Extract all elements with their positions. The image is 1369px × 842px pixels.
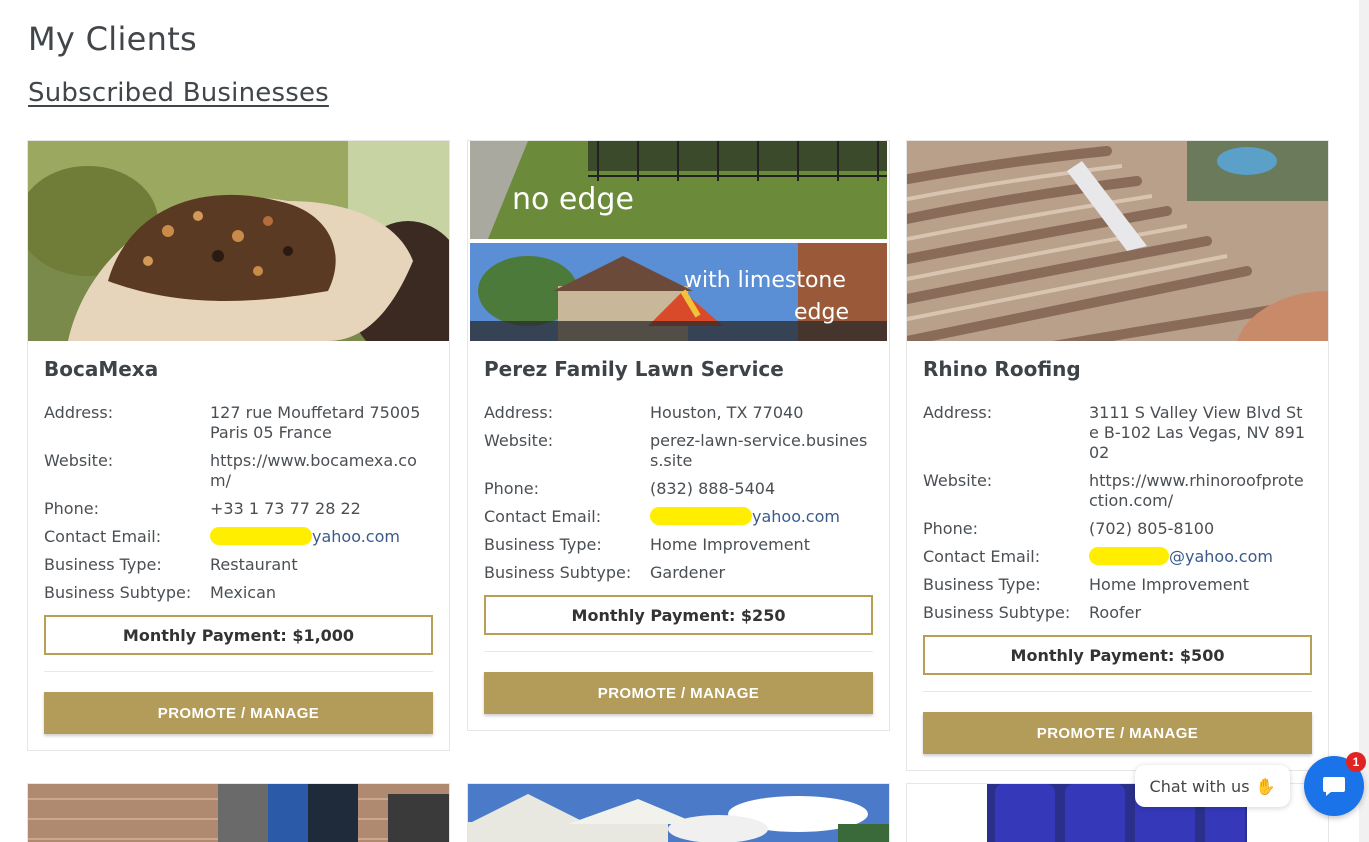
address-value: Houston, TX 77040 bbox=[650, 403, 804, 422]
phone-label: Phone: bbox=[484, 479, 539, 498]
website-row: Website: https://www.rhinoroofprotection.… bbox=[923, 471, 1312, 511]
phone-label: Phone: bbox=[923, 519, 978, 538]
business-card-perez: no edge with limestone edge Perez Family… bbox=[467, 140, 890, 731]
business-type-label: Business Type: bbox=[923, 575, 1041, 594]
website-row: Website: https://www.bocamexa.com/ bbox=[44, 451, 433, 491]
website-label: Website: bbox=[484, 431, 554, 450]
divider bbox=[923, 691, 1312, 692]
business-card-partial-1 bbox=[27, 783, 450, 842]
waving-hand-icon: ✋ bbox=[1255, 776, 1276, 796]
chat-label: Chat with us bbox=[1149, 776, 1250, 796]
business-subtype-value: Roofer bbox=[1089, 603, 1142, 622]
business-subtype-row: Business Subtype: Mexican bbox=[44, 583, 433, 603]
redacted-email-user bbox=[210, 527, 312, 545]
business-subtype-row: Business Subtype: Gardener bbox=[484, 563, 873, 583]
business-type-row: Business Type: Home Improvement bbox=[484, 535, 873, 555]
business-name: Perez Family Lawn Service bbox=[484, 357, 784, 381]
email-label: Contact Email: bbox=[923, 547, 1041, 566]
address-value: 127 rue Mouffetard 75005 Paris 05 France bbox=[210, 403, 421, 442]
business-subtype-label: Business Subtype: bbox=[44, 583, 192, 602]
phone-label: Phone: bbox=[44, 499, 99, 518]
chat-with-us-bubble[interactable]: Chat with us ✋ bbox=[1135, 765, 1290, 807]
promote-manage-button[interactable]: PROMOTE / MANAGE bbox=[923, 712, 1312, 754]
email-label: Contact Email: bbox=[484, 507, 602, 526]
image-caption-bottom-2: edge bbox=[794, 300, 849, 325]
business-card-partial-2 bbox=[467, 783, 890, 842]
email-row: Contact Email: @yahoo.com bbox=[923, 547, 1312, 567]
business-card-rhino: Rhino Roofing Address: 3111 S Valley View… bbox=[906, 140, 1329, 771]
email-link[interactable]: @yahoo.com bbox=[1169, 547, 1273, 566]
business-card-bocamexa: BocaMexa Address: 127 rue Mouffetard 7500… bbox=[27, 140, 450, 751]
phone-row: Phone: (832) 888-5404 bbox=[484, 479, 873, 499]
website-label: Website: bbox=[923, 471, 993, 490]
monthly-payment: Monthly Payment: $250 bbox=[484, 595, 873, 635]
email-label: Contact Email: bbox=[44, 527, 162, 546]
monthly-payment: Monthly Payment: $500 bbox=[923, 635, 1312, 675]
address-value: 3111 S Valley View Blvd Ste B-102 Las Ve… bbox=[1089, 403, 1305, 462]
website-row: Website: perez-lawn-service.business.site bbox=[484, 431, 873, 471]
business-image-partial-1 bbox=[28, 784, 449, 842]
phone-value: (832) 888-5404 bbox=[650, 479, 776, 498]
business-image-perez: no edge with limestone edge bbox=[468, 141, 889, 341]
website-value: https://www.bocamexa.com/ bbox=[210, 451, 417, 490]
website-value: perez-lawn-service.business.site bbox=[650, 431, 868, 470]
image-caption-top: no edge bbox=[512, 182, 634, 217]
email-row: Contact Email: yahoo.com bbox=[44, 527, 433, 547]
business-image-rhino bbox=[907, 141, 1328, 341]
business-type-value: Home Improvement bbox=[650, 535, 810, 554]
phone-row: Phone: +33 1 73 77 28 22 bbox=[44, 499, 433, 519]
business-type-value: Restaurant bbox=[210, 555, 298, 574]
address-label: Address: bbox=[44, 403, 114, 422]
redacted-email-user bbox=[650, 507, 752, 525]
address-row: Address: 127 rue Mouffetard 75005 Paris 0… bbox=[44, 403, 433, 443]
vertical-scrollbar[interactable] bbox=[1359, 0, 1369, 842]
business-subtype-label: Business Subtype: bbox=[923, 603, 1071, 622]
chat-icon bbox=[1323, 777, 1345, 796]
email-link[interactable]: yahoo.com bbox=[312, 527, 400, 546]
redacted-email-user bbox=[1089, 547, 1169, 565]
business-subtype-value: Mexican bbox=[210, 583, 277, 602]
phone-value: +33 1 73 77 28 22 bbox=[210, 499, 361, 518]
business-subtype-label: Business Subtype: bbox=[484, 563, 632, 582]
business-type-value: Home Improvement bbox=[1089, 575, 1249, 594]
page-title: My Clients bbox=[28, 20, 198, 58]
address-label: Address: bbox=[484, 403, 554, 422]
business-name: BocaMexa bbox=[44, 357, 159, 381]
address-row: Address: 3111 S Valley View Blvd Ste B-10… bbox=[923, 403, 1312, 463]
business-type-label: Business Type: bbox=[44, 555, 162, 574]
promote-manage-button[interactable]: PROMOTE / MANAGE bbox=[44, 692, 433, 734]
email-link[interactable]: yahoo.com bbox=[752, 507, 840, 526]
business-image-partial-2 bbox=[468, 784, 889, 842]
business-subtype-row: Business Subtype: Roofer bbox=[923, 603, 1312, 623]
email-row: Contact Email: yahoo.com bbox=[484, 507, 873, 527]
promote-manage-button[interactable]: PROMOTE / MANAGE bbox=[484, 672, 873, 714]
business-name: Rhino Roofing bbox=[923, 357, 1081, 381]
business-image-bocamexa bbox=[28, 141, 449, 341]
divider bbox=[484, 651, 873, 652]
business-subtype-value: Gardener bbox=[650, 563, 726, 582]
website-value: https://www.rhinoroofprotection.com/ bbox=[1089, 471, 1304, 510]
image-caption-bottom-1: with limestone bbox=[684, 268, 846, 293]
website-label: Website: bbox=[44, 451, 114, 470]
unread-badge: 1 bbox=[1346, 752, 1366, 772]
address-row: Address: Houston, TX 77040 bbox=[484, 403, 873, 423]
business-type-row: Business Type: Restaurant bbox=[44, 555, 433, 575]
divider bbox=[44, 671, 433, 672]
subscribed-businesses-link[interactable]: Subscribed Businesses bbox=[28, 78, 329, 108]
monthly-payment: Monthly Payment: $1,000 bbox=[44, 615, 433, 655]
business-type-row: Business Type: Home Improvement bbox=[923, 575, 1312, 595]
business-type-label: Business Type: bbox=[484, 535, 602, 554]
address-label: Address: bbox=[923, 403, 993, 422]
phone-value: (702) 805-8100 bbox=[1089, 519, 1215, 538]
phone-row: Phone: (702) 805-8100 bbox=[923, 519, 1312, 539]
